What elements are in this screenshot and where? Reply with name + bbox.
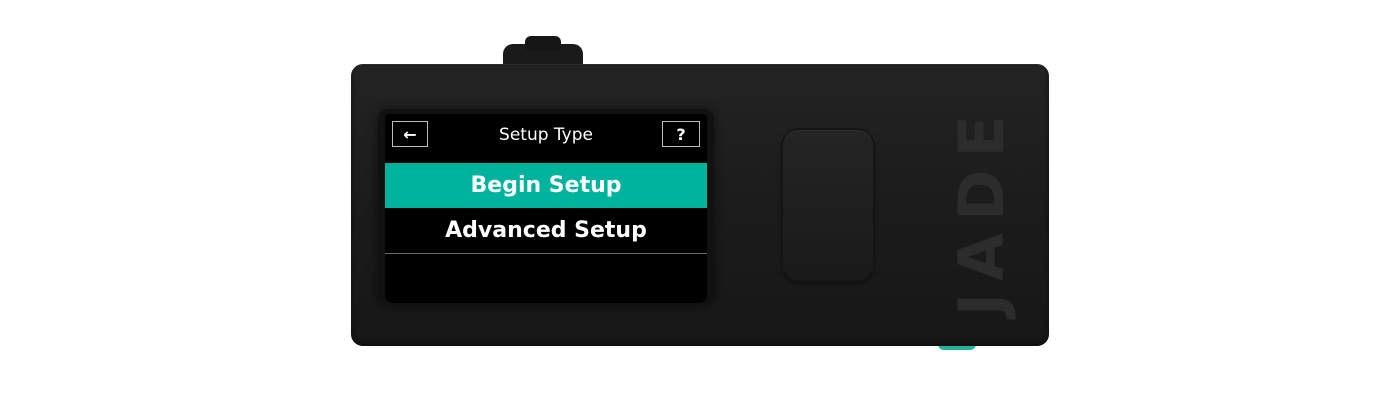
stage: ← Setup Type ? Begin Setup Advanced Setu… bbox=[0, 0, 1400, 400]
back-button[interactable]: ← bbox=[392, 121, 428, 147]
menu-item-advanced-setup[interactable]: Advanced Setup bbox=[385, 208, 707, 253]
device-screen: ← Setup Type ? Begin Setup Advanced Setu… bbox=[385, 114, 707, 303]
back-arrow-icon: ← bbox=[403, 124, 417, 144]
menu-item-label: Begin Setup bbox=[470, 173, 622, 198]
title-bar: ← Setup Type ? bbox=[385, 114, 707, 158]
select-button[interactable] bbox=[783, 130, 873, 280]
screen-bezel: ← Setup Type ? Begin Setup Advanced Setu… bbox=[378, 109, 714, 305]
setup-menu: Begin Setup Advanced Setup bbox=[385, 163, 707, 253]
brand-logo: JADE bbox=[937, 84, 1027, 324]
hardware-wallet-device: ← Setup Type ? Begin Setup Advanced Setu… bbox=[351, 64, 1049, 346]
menu-item-begin-setup[interactable]: Begin Setup bbox=[385, 163, 707, 208]
menu-item-label: Advanced Setup bbox=[445, 218, 647, 243]
help-button[interactable]: ? bbox=[662, 121, 700, 147]
brand-text: JADE bbox=[945, 103, 1018, 320]
brand-logo-svg: JADE bbox=[945, 103, 1018, 320]
screen-title: Setup Type bbox=[499, 125, 593, 145]
menu-divider bbox=[385, 253, 707, 254]
help-label: ? bbox=[676, 124, 686, 144]
